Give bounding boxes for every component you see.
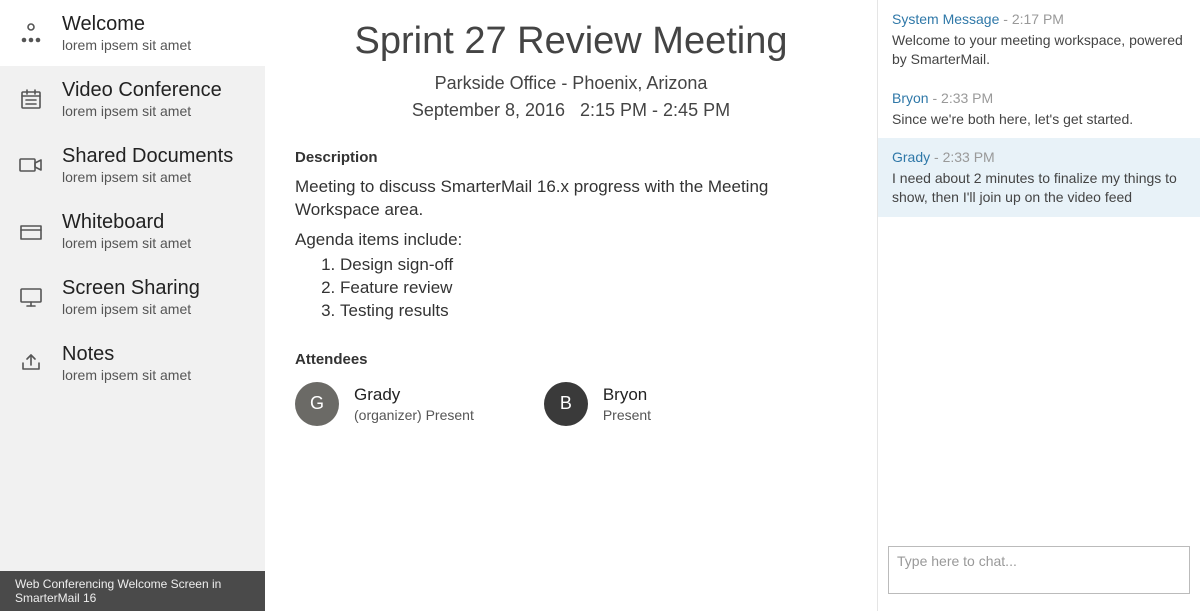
meeting-datetime: September 8, 2016 2:15 PM - 2:45 PM [295, 100, 847, 121]
attendee: B Bryon Present [544, 382, 651, 426]
attendees-row: G Grady (organizer) Present B Bryon Present [295, 382, 847, 426]
attendee-info: Grady (organizer) Present [354, 385, 474, 423]
sidebar-item-subtitle: lorem ipsem sit amet [62, 103, 222, 119]
share-icon [15, 352, 47, 374]
chat-body: Since we're both here, let's get started… [892, 110, 1186, 129]
agenda-list: Design sign-offFeature reviewTesting res… [340, 254, 847, 323]
main-panel: Sprint 27 Review Meeting Parkside Office… [265, 0, 878, 611]
chat-time: 2:17 PM [999, 11, 1064, 27]
agenda-item: Design sign-off [340, 254, 847, 277]
sidebar-item-subtitle: lorem ipsem sit amet [62, 37, 191, 53]
attendee-status: (organizer) Present [354, 407, 474, 423]
sidebar-item-text: Shared Documents lorem ipsem sit amet [62, 145, 233, 185]
video-camera-icon [15, 155, 47, 175]
monitor-icon [15, 286, 47, 308]
chat-message: System Message2:17 PM Welcome to your mee… [878, 0, 1200, 79]
attendee-status: Present [603, 407, 651, 423]
sidebar-item-screen-sharing[interactable]: Screen Sharing lorem ipsem sit amet [0, 264, 265, 330]
chat-time: 2:33 PM [930, 149, 995, 165]
chat-panel: System Message2:17 PM Welcome to your mee… [878, 0, 1200, 611]
chat-sender: Grady [892, 149, 930, 165]
sidebar-item-notes[interactable]: Notes lorem ipsem sit amet [0, 330, 265, 396]
sidebar-item-subtitle: lorem ipsem sit amet [62, 301, 200, 317]
attendee-name: Grady [354, 385, 474, 405]
chat-message: Bryon2:33 PM Since we're both here, let's… [878, 79, 1200, 139]
sidebar-item-text: Welcome lorem ipsem sit amet [62, 13, 191, 53]
sidebar-item-video-conference[interactable]: Video Conference lorem ipsem sit amet [0, 66, 265, 132]
sidebar-item-text: Whiteboard lorem ipsem sit amet [62, 211, 191, 251]
agenda-label: Agenda items include: [295, 230, 847, 250]
sidebar-item-subtitle: lorem ipsem sit amet [62, 169, 233, 185]
meeting-description: Meeting to discuss SmarterMail 16.x prog… [295, 176, 847, 222]
sidebar-item-title: Notes [62, 343, 191, 365]
meeting-location: Parkside Office - Phoenix, Arizona [295, 73, 847, 94]
chat-input-wrap [878, 538, 1200, 611]
chat-messages: System Message2:17 PM Welcome to your mee… [878, 0, 1200, 538]
hierarchy-icon [15, 22, 47, 44]
sidebar-item-title: Whiteboard [62, 211, 191, 233]
meeting-date: September 8, 2016 [412, 100, 565, 120]
sidebar-item-subtitle: lorem ipsem sit amet [62, 367, 191, 383]
calendar-icon [15, 87, 47, 111]
app-root: Welcomelorem ipsem sit ametVideo Confere… [0, 0, 1200, 611]
avatar: G [295, 382, 339, 426]
description-heading: Description [295, 149, 847, 166]
meeting-title: Sprint 27 Review Meeting [295, 20, 847, 63]
sidebar-item-text: Video Conference lorem ipsem sit amet [62, 79, 222, 119]
agenda-item: Testing results [340, 300, 847, 323]
attendee-name: Bryon [603, 385, 651, 405]
sidebar-item-welcome[interactable]: Welcome lorem ipsem sit amet [0, 0, 265, 66]
sidebar-item-text: Notes lorem ipsem sit amet [62, 343, 191, 383]
attendee: G Grady (organizer) Present [295, 382, 474, 426]
chat-time: 2:33 PM [929, 90, 994, 106]
sidebar: Welcomelorem ipsem sit ametVideo Confere… [0, 0, 265, 611]
chat-body: Welcome to your meeting workspace, power… [892, 31, 1186, 69]
chat-sender: System Message [892, 11, 999, 27]
sidebar-item-title: Video Conference [62, 79, 222, 101]
meeting-time: 2:15 PM - 2:45 PM [580, 100, 730, 120]
chat-message-header: Grady2:33 PM [892, 148, 1186, 167]
chat-message-header: Bryon2:33 PM [892, 89, 1186, 108]
sidebar-item-text: Screen Sharing lorem ipsem sit amet [62, 277, 200, 317]
folder-icon [15, 220, 47, 242]
chat-body: I need about 2 minutes to finalize my th… [892, 169, 1186, 207]
attendees-heading: Attendees [295, 351, 847, 368]
caption-bar: Web Conferencing Welcome Screen in Smart… [0, 571, 265, 611]
attendee-info: Bryon Present [603, 385, 651, 423]
sidebar-item-title: Screen Sharing [62, 277, 200, 299]
sidebar-item-shared-documents[interactable]: Shared Documents lorem ipsem sit amet [0, 132, 265, 198]
chat-sender: Bryon [892, 90, 929, 106]
sidebar-item-title: Welcome [62, 13, 191, 35]
agenda-item: Feature review [340, 277, 847, 300]
sidebar-item-whiteboard[interactable]: Whiteboard lorem ipsem sit amet [0, 198, 265, 264]
chat-message: Grady2:33 PM I need about 2 minutes to fi… [878, 138, 1200, 217]
sidebar-item-title: Shared Documents [62, 145, 233, 167]
chat-message-header: System Message2:17 PM [892, 10, 1186, 29]
sidebar-item-subtitle: lorem ipsem sit amet [62, 235, 191, 251]
avatar: B [544, 382, 588, 426]
chat-input[interactable] [888, 546, 1190, 594]
